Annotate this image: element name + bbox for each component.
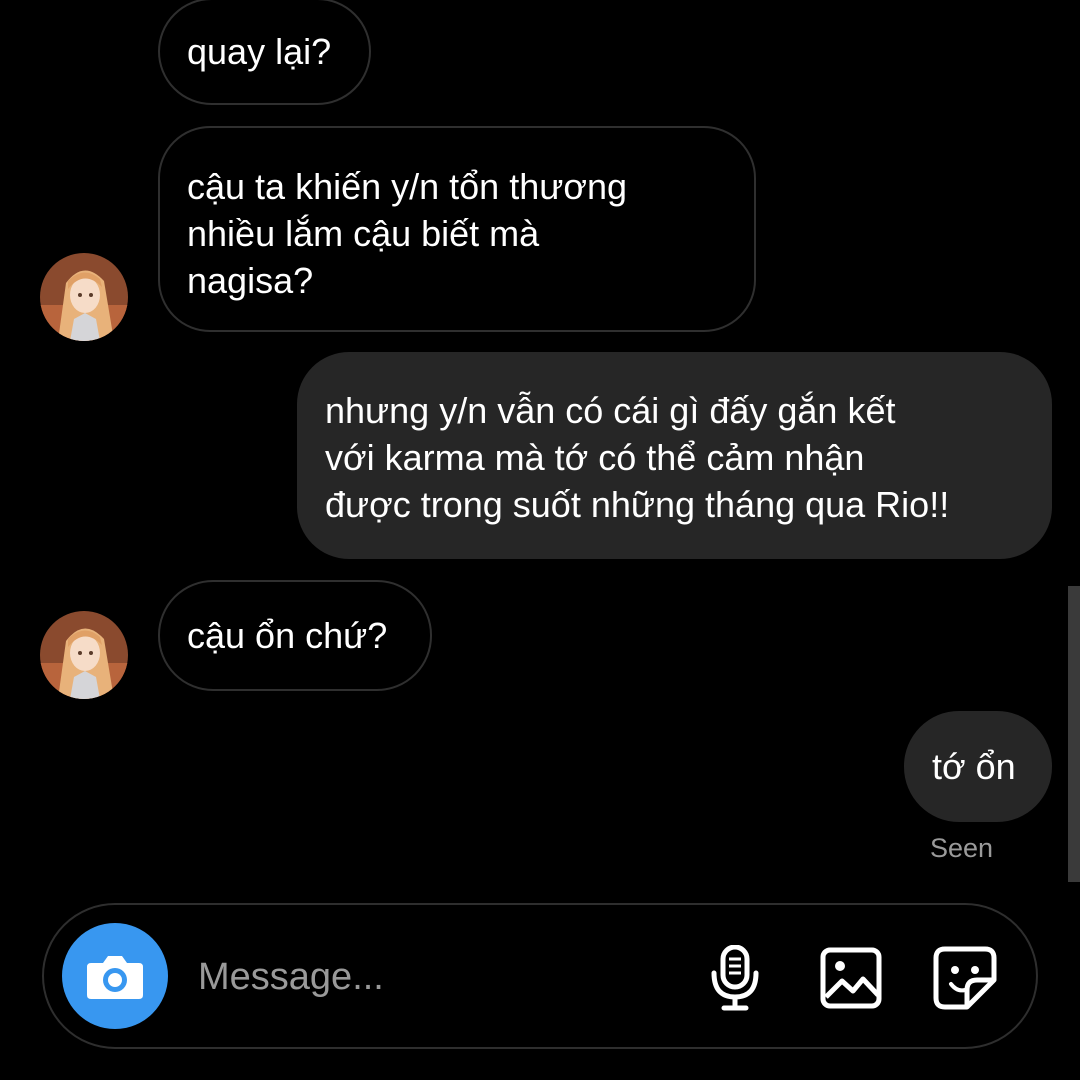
sticker-icon	[933, 946, 997, 1010]
gallery-button[interactable]	[816, 941, 886, 1015]
voice-message-button[interactable]	[700, 941, 770, 1015]
message-bubble-incoming[interactable]: cậu ổn chứ?	[158, 580, 432, 691]
sticker-button[interactable]	[930, 941, 1000, 1015]
message-text: cậu ổn chứ?	[187, 615, 388, 656]
message-bubble-outgoing[interactable]: nhưng y/n vẫn có cái gì đấy gắn kết với …	[297, 352, 1052, 559]
image-icon	[820, 947, 882, 1009]
camera-button[interactable]	[62, 923, 168, 1029]
message-bubble-incoming[interactable]: cậu ta khiến y/n tổn thương nhiều lắm cậ…	[158, 126, 756, 332]
message-bubble-outgoing[interactable]: tớ ổn	[904, 711, 1052, 822]
message-line: cậu ta khiến y/n tổn thương	[187, 166, 627, 207]
camera-icon	[87, 956, 143, 999]
message-composer	[42, 903, 1038, 1049]
message-line: với karma mà tớ có thể cảm nhận	[325, 437, 865, 478]
contact-avatar[interactable]	[40, 611, 128, 699]
seen-status: Seen	[930, 833, 994, 863]
contact-avatar[interactable]	[40, 253, 128, 341]
message-line: nhưng y/n vẫn có cái gì đấy gắn kết	[325, 390, 896, 431]
message-text: quay lại?	[187, 31, 332, 72]
message-text: tớ ổn	[932, 746, 1016, 787]
avatar-image	[40, 611, 128, 699]
message-bubble-incoming[interactable]: quay lại?	[158, 0, 371, 105]
message-line: nagisa?	[187, 260, 314, 301]
microphone-icon	[711, 945, 759, 1011]
message-input[interactable]	[198, 945, 678, 1009]
message-line: nhiều lắm cậu biết mà	[187, 213, 540, 254]
avatar-image	[40, 253, 128, 341]
scrollbar[interactable]	[1068, 586, 1080, 882]
message-line: được trong suốt những tháng qua Rio!!	[325, 484, 950, 525]
